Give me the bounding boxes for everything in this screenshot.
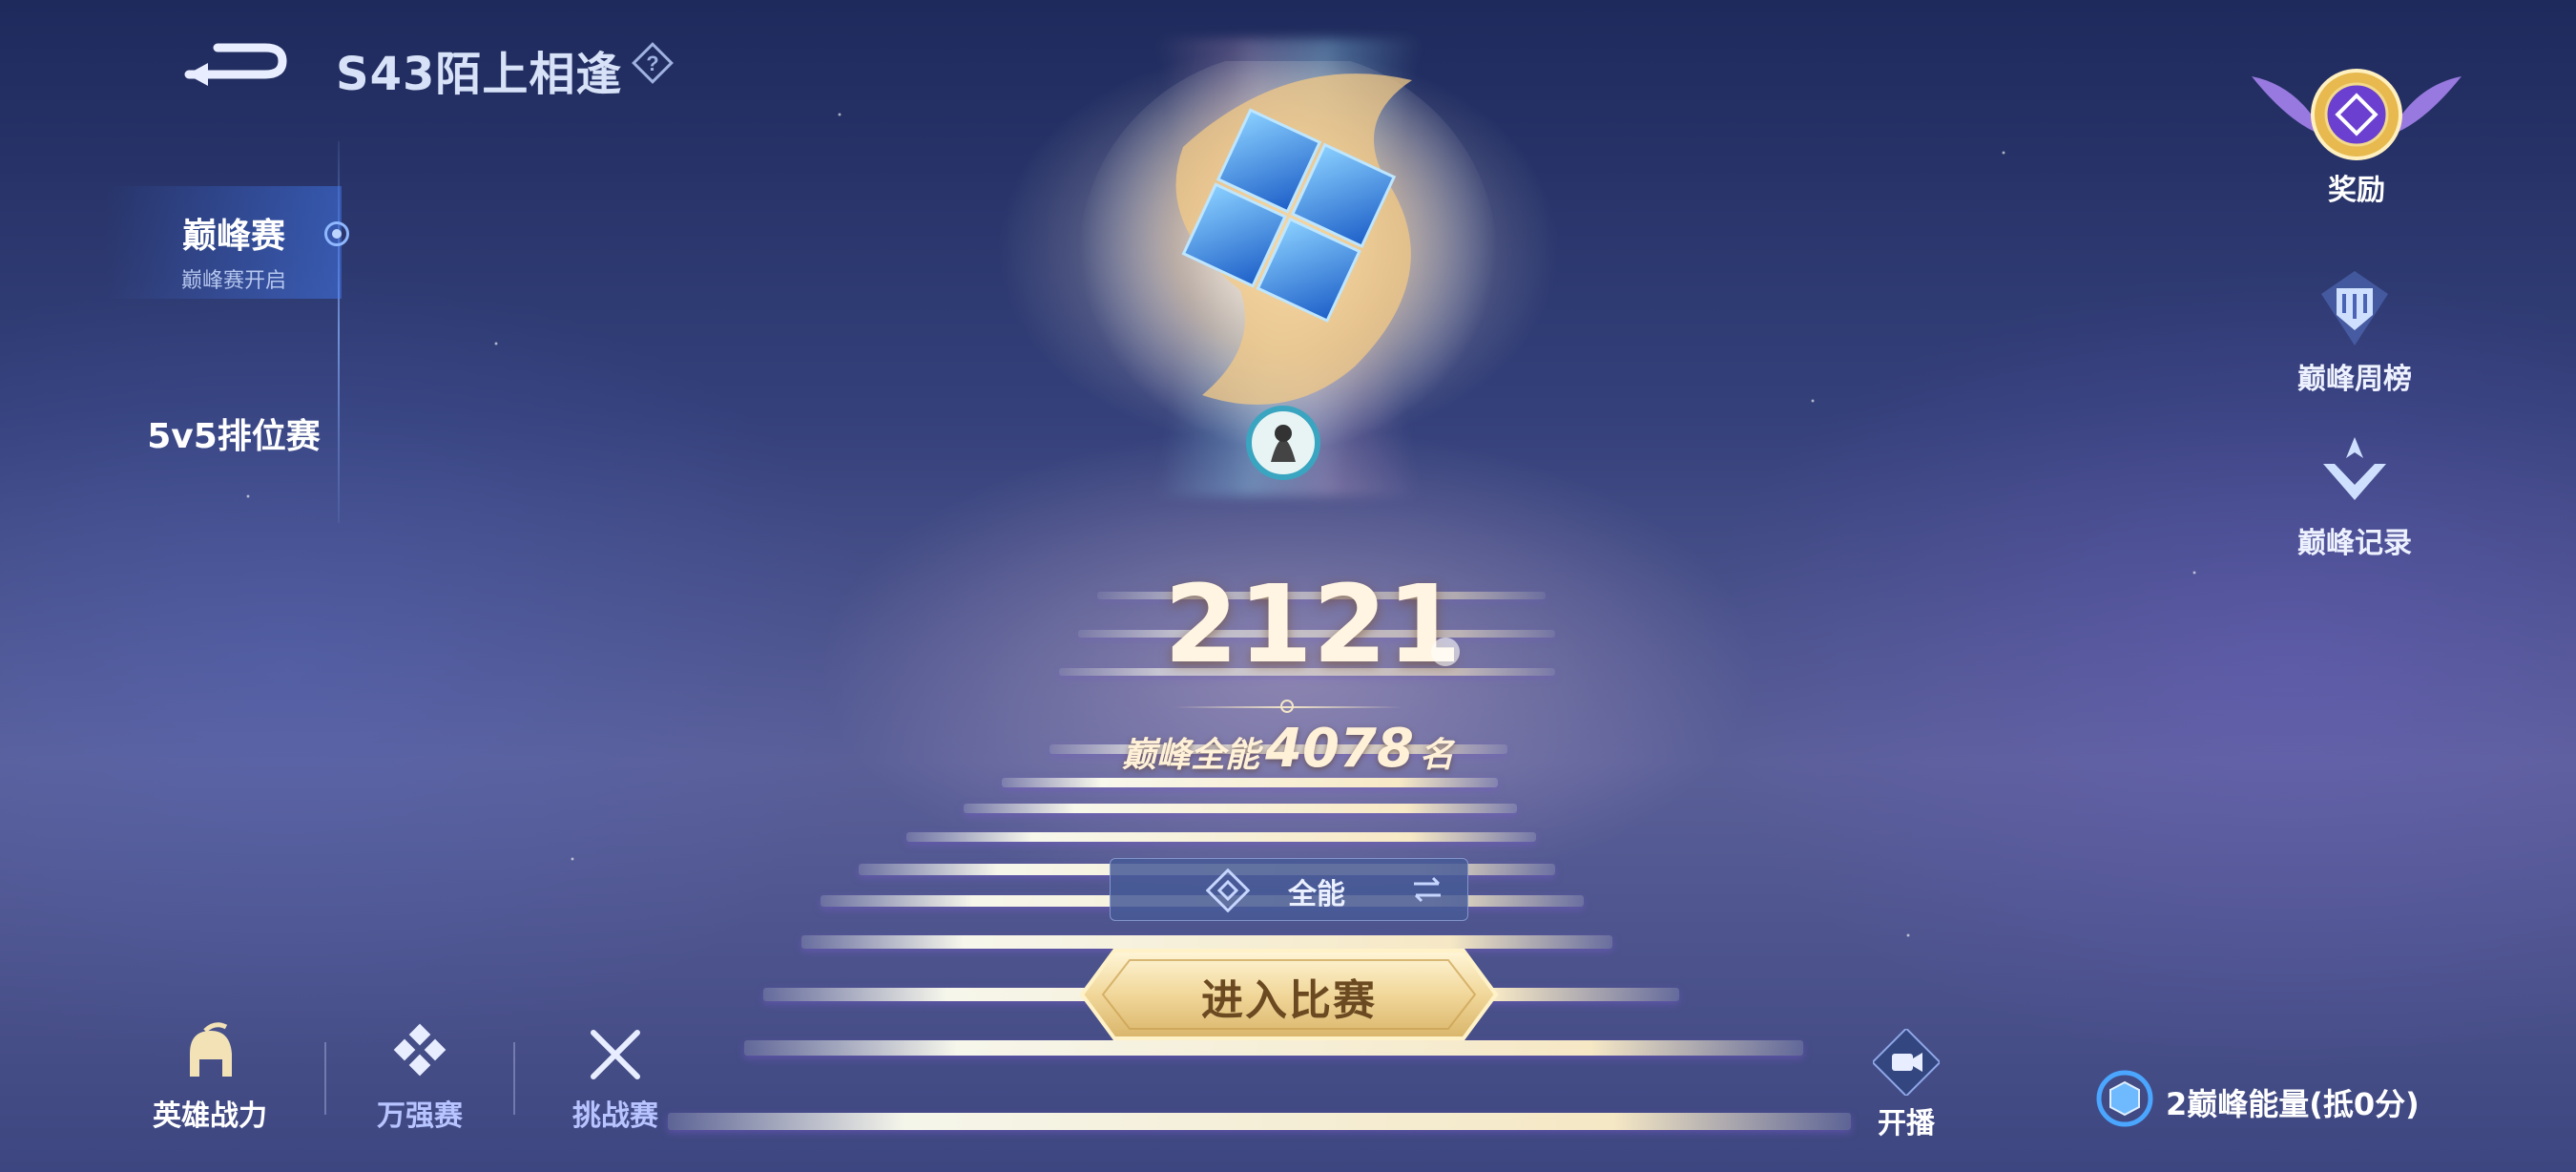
peak-record-button[interactable]: 巅峰记录 <box>2259 429 2450 561</box>
rank-prefix: 巅峰全能 <box>1122 736 1260 775</box>
all-round-mode-icon <box>1206 869 1250 912</box>
mode-selector[interactable]: 全能 <box>1110 858 1468 921</box>
back-button[interactable] <box>179 36 294 92</box>
video-camera-icon <box>1873 1029 1940 1096</box>
sidebar-item-peak-match[interactable]: 巅峰赛 巅峰赛开启 <box>105 208 363 294</box>
go-live-label: 开播 <box>1878 1107 1935 1141</box>
nav-active-dot <box>324 221 349 246</box>
challenge-match-label: 挑战赛 <box>572 1099 658 1133</box>
reward-emblem-icon <box>2252 69 2462 160</box>
enter-match-button[interactable]: 进入比赛 <box>1076 945 1502 1044</box>
diamond-grid-icon <box>393 1023 447 1077</box>
helmet-icon <box>190 1022 232 1077</box>
score-detail-icon[interactable] <box>1431 638 1460 666</box>
top-10000-button[interactable]: 万强赛 <box>334 1021 506 1134</box>
season-title: S43陌上相逢 <box>336 48 623 101</box>
chevron-record-icon <box>2323 437 2386 500</box>
peak-score: 2121 <box>1164 563 1462 687</box>
sidebar-item-sublabel: 巅峰赛开启 <box>180 269 286 293</box>
rank-emblem <box>1078 61 1498 480</box>
challenge-match-button[interactable]: 挑战赛 <box>530 1021 701 1134</box>
rank-line: 巅峰全能 4078 名 <box>1097 718 1479 780</box>
bottom-separator <box>324 1042 326 1115</box>
svg-text:?: ? <box>646 52 658 75</box>
trophy-tower-icon <box>2321 271 2388 345</box>
enter-button-label: 进入比赛 <box>1201 976 1377 1025</box>
back-arrow-icon <box>184 43 287 86</box>
energy-cube-icon <box>2096 1070 2153 1127</box>
switch-arrows-icon <box>1414 876 1441 903</box>
peak-energy-label: 2巅峰能量(抵0分) <box>2166 1086 2420 1122</box>
rank-suffix: 名 <box>1419 736 1454 775</box>
reward-button[interactable]: 奖励 <box>2233 48 2481 210</box>
go-live-button[interactable]: 开播 <box>1820 1029 1992 1141</box>
help-question-icon[interactable]: ? <box>632 42 674 84</box>
reward-label: 奖励 <box>2328 174 2385 207</box>
hero-power-button[interactable]: 英雄战力 <box>124 1021 296 1134</box>
rank-divider-dot <box>1280 700 1294 713</box>
rank-number: 4078 <box>1265 718 1414 780</box>
weekly-leaderboard-label: 巅峰周榜 <box>2297 363 2412 396</box>
weekly-leaderboard-button[interactable]: 巅峰周榜 <box>2259 265 2450 397</box>
bottom-separator <box>513 1042 515 1115</box>
peak-energy-indicator[interactable]: 2巅峰能量(抵0分) <box>2095 1067 2524 1130</box>
peak-record-label: 巅峰记录 <box>2297 527 2412 560</box>
mode-label: 全能 <box>1288 878 1345 911</box>
hero-power-label: 英雄战力 <box>153 1099 267 1133</box>
top-10000-label: 万强赛 <box>377 1099 463 1133</box>
crossed-swords-icon <box>591 1030 640 1079</box>
sidebar-item-5v5-ranked[interactable]: 5v5排位赛 <box>134 408 334 458</box>
